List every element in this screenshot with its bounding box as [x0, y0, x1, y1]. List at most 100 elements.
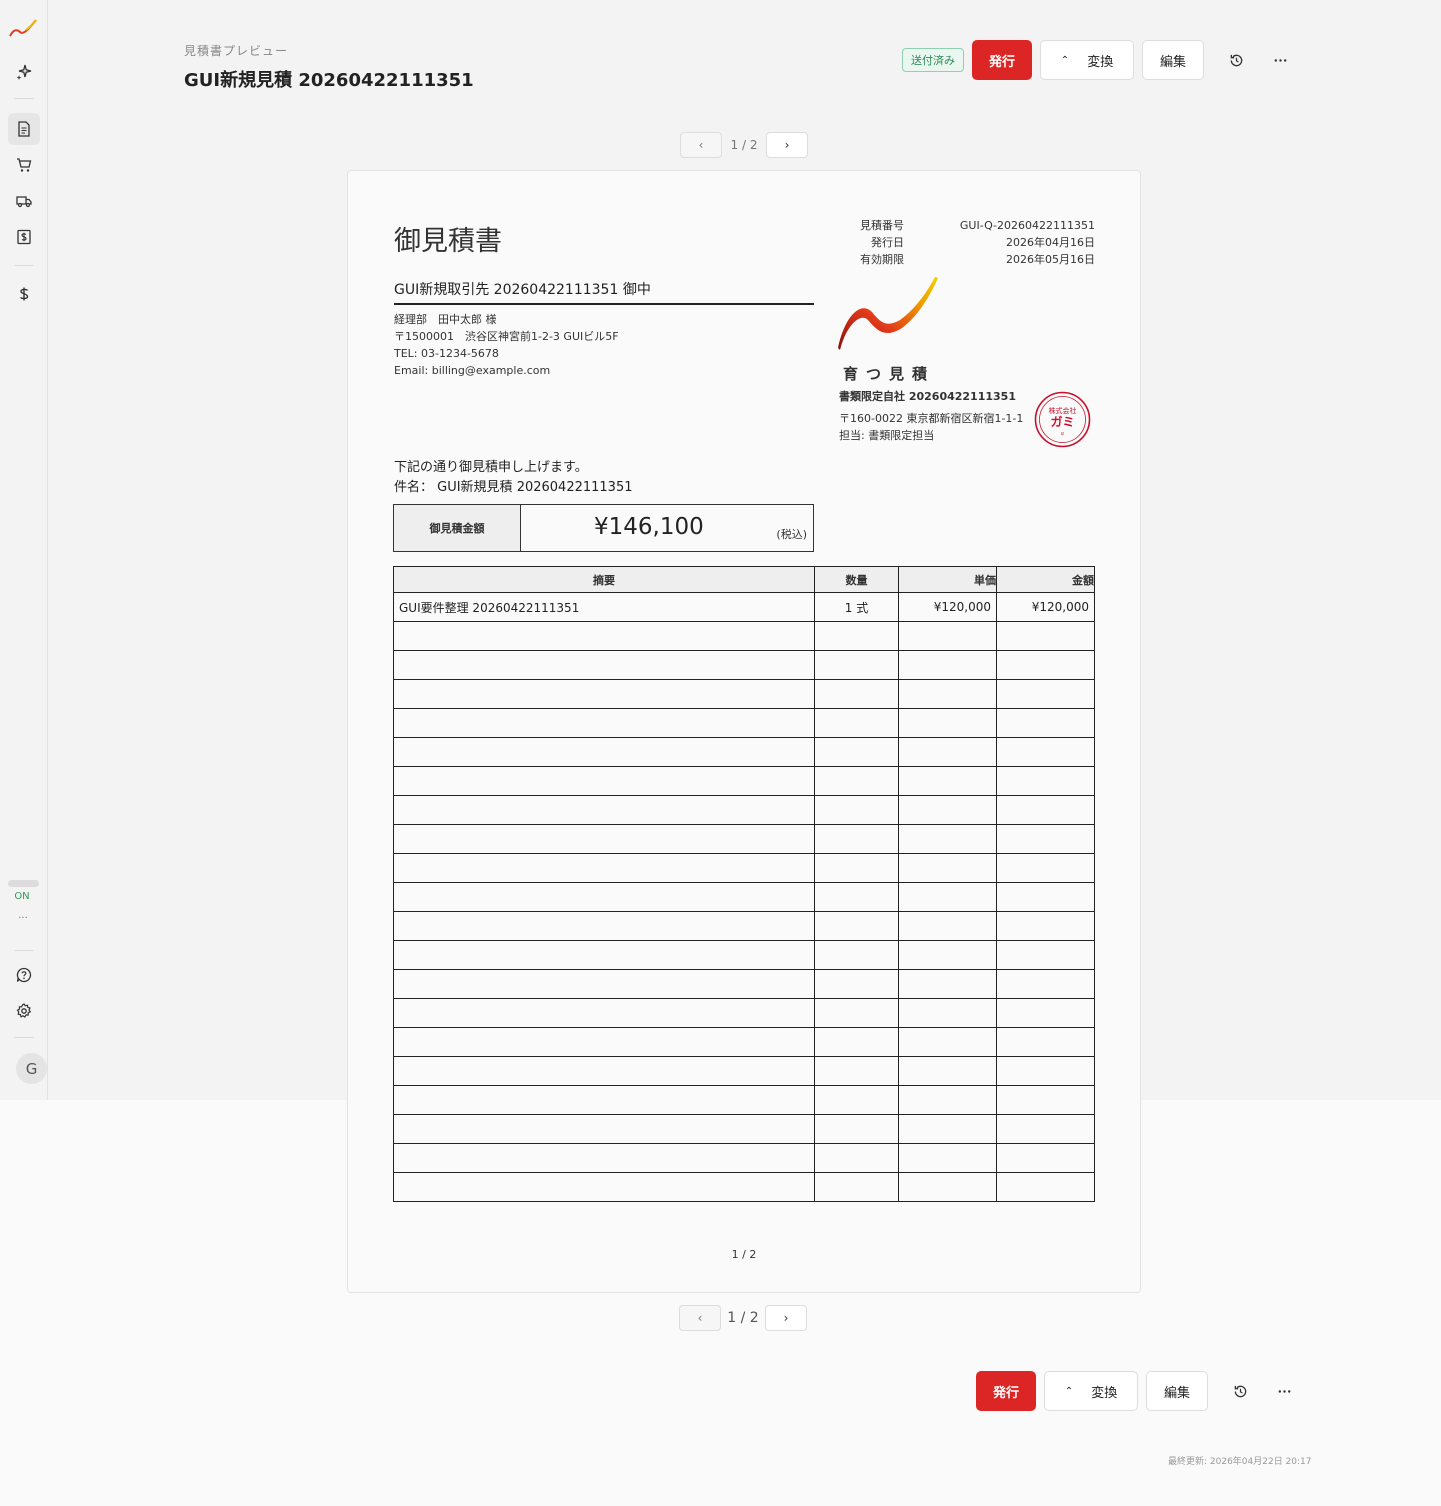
empty-cell [393, 882, 815, 912]
sidebar-item-invoices[interactable] [8, 221, 40, 253]
avatar[interactable]: G [16, 1053, 47, 1084]
chevron-up-down-icon: ⌃ [1064, 1385, 1074, 1397]
prev-page-button[interactable]: ‹ [679, 1305, 721, 1331]
greeting-text: 下記の通り御見積申し上げます。 [394, 460, 588, 475]
empty-cell [898, 679, 997, 709]
empty-cell [814, 1085, 899, 1115]
settings-button[interactable] [8, 995, 40, 1027]
more-button[interactable] [1264, 1371, 1304, 1411]
connection-more[interactable]: ... [0, 910, 46, 921]
quote-number: GUI-Q-20260422111351 [959, 219, 1095, 232]
empty-cell [814, 737, 899, 767]
cart-icon [17, 158, 32, 172]
col-description: 摘要 [393, 566, 815, 593]
connection-status: ON [14, 891, 30, 902]
sidebar-item-payments[interactable] [8, 278, 40, 310]
empty-cell [898, 650, 997, 680]
empty-cell [814, 998, 899, 1028]
convert-button[interactable]: ⌃ 変換 [1044, 1371, 1138, 1411]
empty-cell [996, 737, 1095, 767]
empty-cell [393, 1085, 815, 1115]
sidebar-item-quotes[interactable] [8, 113, 40, 145]
table-row-empty [393, 650, 1095, 680]
empty-cell [898, 911, 997, 941]
item-quantity: 1 式 [814, 592, 899, 622]
edit-button[interactable]: 編集 [1142, 40, 1204, 80]
empty-cell [996, 998, 1095, 1028]
empty-cell [996, 1114, 1095, 1144]
empty-cell [898, 882, 997, 912]
chevron-right-icon: › [783, 1311, 789, 1325]
empty-cell [393, 911, 815, 941]
history-button[interactable] [1220, 1371, 1260, 1411]
empty-cell [996, 911, 1095, 941]
history-icon [1230, 54, 1242, 66]
page-indicator: 1 / 2 [730, 138, 758, 152]
help-button[interactable] [8, 959, 40, 991]
table-row-empty [393, 882, 1095, 912]
sidebar-item-orders[interactable] [8, 149, 40, 181]
empty-cell [898, 1056, 997, 1086]
col-amount: 金額 [996, 566, 1095, 593]
history-button[interactable] [1216, 40, 1256, 80]
empty-cell [898, 824, 997, 854]
invoice-icon [17, 229, 31, 245]
status-badge: 送付済み [902, 48, 964, 72]
connection-toggle[interactable] [8, 880, 39, 887]
empty-cell [996, 621, 1095, 651]
empty-cell [996, 1143, 1095, 1173]
svg-text:ガミ: ガミ [1050, 414, 1074, 429]
table-row-empty [393, 1027, 1095, 1057]
convert-button-label: 変換 [1091, 1385, 1118, 1401]
sparkle-icon[interactable] [8, 56, 40, 88]
sidebar-divider [14, 265, 34, 266]
table-row-empty [393, 1143, 1095, 1173]
line-items-table: 摘要 数量 単価 金額 GUI要件整理 20260422111351 1 式 ¥… [393, 566, 1095, 1202]
page-subtitle: 見積書プレビュー [184, 44, 289, 58]
meta-label: 発行日 [871, 236, 904, 249]
svg-text:株式会社: 株式会社 [1049, 406, 1077, 415]
next-page-button[interactable]: › [766, 132, 808, 158]
more-horizontal-icon [1274, 58, 1286, 62]
next-page-button[interactable]: › [765, 1305, 807, 1331]
client-email: Email: billing@example.com [394, 364, 551, 377]
empty-cell [996, 766, 1095, 796]
expiry-date: 2026年05月16日 [1006, 253, 1095, 266]
convert-button[interactable]: ⌃ 変換 [1040, 40, 1134, 80]
total-amount: ¥146,100 [594, 514, 704, 540]
empty-cell [393, 766, 815, 796]
sidebar-item-delivery[interactable] [8, 185, 40, 217]
empty-cell [814, 679, 899, 709]
table-row-empty [393, 708, 1095, 738]
empty-cell [996, 679, 1095, 709]
sidebar-divider [14, 98, 34, 99]
empty-cell [393, 1114, 815, 1144]
client-address: 〒1500001 渋谷区神宮前1-2-3 GUIビル5F [394, 330, 619, 343]
chevron-up-down-icon: ⌃ [1060, 54, 1070, 66]
table-row: GUI要件整理 20260422111351 1 式 ¥120,000 ¥120… [393, 592, 1095, 622]
prev-page-button[interactable]: ‹ [680, 132, 722, 158]
issue-button[interactable]: 発行 [972, 40, 1032, 80]
empty-cell [393, 708, 815, 738]
sidebar: ON ... G [0, 0, 48, 1100]
empty-cell [996, 795, 1095, 825]
edit-button[interactable]: 編集 [1146, 1371, 1208, 1411]
empty-cell [898, 1085, 997, 1115]
more-button[interactable] [1260, 40, 1300, 80]
empty-cell [996, 1056, 1095, 1086]
company-brand: 育つ見積 [843, 365, 936, 383]
gear-icon [16, 1003, 32, 1018]
issue-button[interactable]: 発行 [976, 1371, 1036, 1411]
app-logo-icon[interactable] [8, 12, 40, 44]
history-icon [1234, 1385, 1246, 1397]
empty-cell [898, 766, 997, 796]
empty-cell [393, 650, 815, 680]
document-meta: 見積番号 GUI-Q-20260422111351 発行日 2026年04月16日 … [848, 217, 1095, 268]
more-horizontal-icon [1278, 1389, 1290, 1393]
meta-label: 有効期限 [860, 253, 904, 266]
empty-cell [393, 737, 815, 767]
empty-cell [996, 1027, 1095, 1057]
empty-cell [393, 853, 815, 883]
pager-bottom: ‹ 1 / 2 › [679, 1305, 807, 1331]
empty-cell [898, 1143, 997, 1173]
